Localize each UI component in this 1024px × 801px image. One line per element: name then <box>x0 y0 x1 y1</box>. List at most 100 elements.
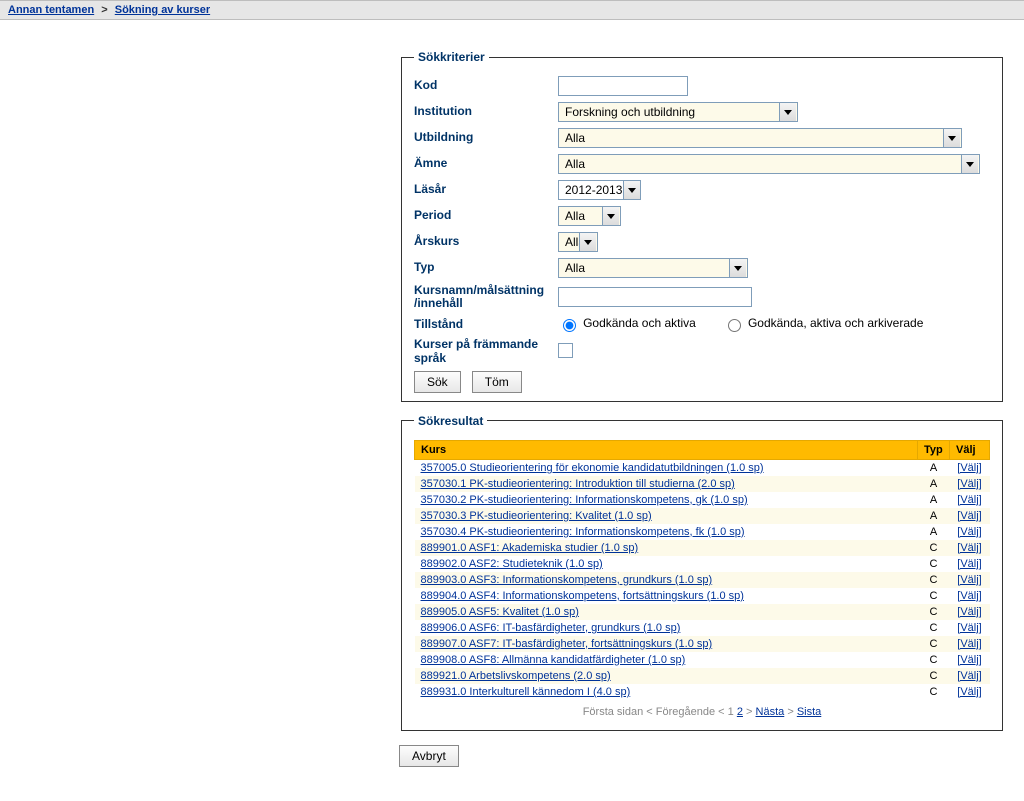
chevron-down-icon <box>729 259 746 277</box>
pager-last[interactable]: Sista <box>797 706 821 718</box>
table-row: 889902.0 ASF2: Studieteknik (1.0 sp) C [Vä… <box>415 556 990 572</box>
select-course-link[interactable]: [Välj] <box>957 542 981 554</box>
tillstand-label: Tillstånd <box>414 318 558 331</box>
course-link[interactable]: 357030.2 PK-studieorientering: Informati… <box>421 494 748 506</box>
institution-select[interactable]: Forskning och utbildning <box>558 102 798 122</box>
select-course-link[interactable]: [Välj] <box>957 558 981 570</box>
select-course-link[interactable]: [Välj] <box>957 526 981 538</box>
utbildning-select[interactable]: Alla <box>558 128 962 148</box>
select-course-link[interactable]: [Välj] <box>957 574 981 586</box>
lasar-label: Läsår <box>414 183 558 196</box>
course-link[interactable]: 889921.0 Arbetslivskompetens (2.0 sp) <box>421 670 611 682</box>
col-valj-header: Välj <box>950 440 990 459</box>
arskurs-select[interactable]: Alla <box>558 232 598 252</box>
course-link[interactable]: 889905.0 ASF5: Kvalitet (1.0 sp) <box>421 606 579 618</box>
table-row: 357030.2 PK-studieorientering: Informati… <box>415 492 990 508</box>
table-row: 889906.0 ASF6: IT-basfärdigheter, grundk… <box>415 620 990 636</box>
chevron-down-icon <box>961 155 978 173</box>
course-type: A <box>918 476 950 492</box>
course-link[interactable]: 889906.0 ASF6: IT-basfärdigheter, grundk… <box>421 622 681 634</box>
course-link[interactable]: 889902.0 ASF2: Studieteknik (1.0 sp) <box>421 558 603 570</box>
table-row: 889908.0 ASF8: Allmänna kandidatfärdighe… <box>415 652 990 668</box>
select-course-link[interactable]: [Välj] <box>957 494 981 506</box>
period-label: Period <box>414 209 558 222</box>
table-row: 889905.0 ASF5: Kvalitet (1.0 sp) C [Välj] <box>415 604 990 620</box>
course-type: A <box>918 492 950 508</box>
frammande-checkbox[interactable] <box>558 343 573 358</box>
tillstand-active-label: Godkända och aktiva <box>583 316 696 330</box>
table-row: 889904.0 ASF4: Informationskompetens, fo… <box>415 588 990 604</box>
pager-page-1: 1 <box>728 706 734 718</box>
pager-prev: Föregående <box>656 706 715 718</box>
institution-label: Institution <box>414 105 558 118</box>
course-type: C <box>918 572 950 588</box>
select-course-link[interactable]: [Välj] <box>957 510 981 522</box>
course-type: C <box>918 556 950 572</box>
select-course-link[interactable]: [Välj] <box>957 590 981 602</box>
course-link[interactable]: 889904.0 ASF4: Informationskompetens, fo… <box>421 590 744 602</box>
breadcrumb: Annan tentamen > Sökning av kurser <box>0 0 1024 20</box>
search-criteria-legend: Sökkriterier <box>414 50 489 64</box>
amne-label: Ämne <box>414 157 558 170</box>
chevron-down-icon <box>943 129 960 147</box>
course-link[interactable]: 357030.1 PK-studieorientering: Introdukt… <box>421 478 735 490</box>
pager-page-2[interactable]: 2 <box>737 706 743 718</box>
breadcrumb-item-1[interactable]: Annan tentamen <box>8 4 94 16</box>
table-row: 889903.0 ASF3: Informationskompetens, gr… <box>415 572 990 588</box>
table-row: 889901.0 ASF1: Akademiska studier (1.0 s… <box>415 540 990 556</box>
table-row: 357030.4 PK-studieorientering: Informati… <box>415 524 990 540</box>
course-link[interactable]: 889908.0 ASF8: Allmänna kandidatfärdighe… <box>421 654 686 666</box>
table-row: 889907.0 ASF7: IT-basfärdigheter, fortsä… <box>415 636 990 652</box>
cancel-button[interactable]: Avbryt <box>399 745 459 767</box>
kod-input[interactable] <box>558 76 688 96</box>
col-kurs-header: Kurs <box>415 440 918 459</box>
course-link[interactable]: 889901.0 ASF1: Akademiska studier (1.0 s… <box>421 542 639 554</box>
typ-select[interactable]: Alla <box>558 258 748 278</box>
search-results-legend: Sökresultat <box>414 414 487 428</box>
search-button[interactable]: Sök <box>414 371 461 393</box>
course-link[interactable]: 889903.0 ASF3: Informationskompetens, gr… <box>421 574 713 586</box>
select-course-link[interactable]: [Välj] <box>957 638 981 650</box>
course-type: C <box>918 540 950 556</box>
table-row: 889921.0 Arbetslivskompetens (2.0 sp)C[V… <box>415 668 990 684</box>
course-link[interactable]: 889907.0 ASF7: IT-basfärdigheter, fortsä… <box>421 638 713 650</box>
table-row: 357030.3 PK-studieorientering: Kvalitet … <box>415 508 990 524</box>
results-table: Kurs Typ Välj 357005.0 Studieorientering… <box>414 440 990 700</box>
clear-button[interactable]: Töm <box>472 371 522 393</box>
course-link[interactable]: 357005.0 Studieorientering för ekonomie … <box>421 462 764 474</box>
select-course-link[interactable]: [Välj] <box>957 654 981 666</box>
course-type: C <box>918 636 950 652</box>
course-type: C <box>918 684 950 700</box>
table-row: 889931.0 Interkulturell kännedom I (4.0 … <box>415 684 990 700</box>
course-link[interactable]: 357030.4 PK-studieorientering: Informati… <box>421 526 745 538</box>
course-link[interactable]: 357030.3 PK-studieorientering: Kvalitet … <box>421 510 652 522</box>
course-type: A <box>918 524 950 540</box>
select-course-link[interactable]: [Välj] <box>957 606 981 618</box>
course-type: A <box>918 459 950 476</box>
tillstand-archived-radio[interactable] <box>728 319 741 332</box>
kursnamn-input[interactable] <box>558 287 752 307</box>
table-row: 357005.0 Studieorientering för ekonomie … <box>415 459 990 476</box>
search-results-box: Sökresultat Kurs Typ Välj 357005.0 Studi… <box>401 414 1003 731</box>
search-criteria-box: Sökkriterier Kod Institution Forskning o… <box>401 50 1003 402</box>
lasar-select[interactable]: 2012-2013 <box>558 180 641 200</box>
breadcrumb-separator: > <box>97 4 111 16</box>
chevron-down-icon <box>602 207 619 225</box>
select-course-link[interactable]: [Välj] <box>957 622 981 634</box>
kod-label: Kod <box>414 79 558 92</box>
frammande-label: Kurser på främmande språk <box>414 338 558 364</box>
period-select[interactable]: Alla <box>558 206 621 226</box>
select-course-link[interactable]: [Välj] <box>957 670 981 682</box>
tillstand-active-radio[interactable] <box>563 319 576 332</box>
select-course-link[interactable]: [Välj] <box>957 462 981 474</box>
table-row: 357030.1 PK-studieorientering: Introdukt… <box>415 476 990 492</box>
breadcrumb-item-2[interactable]: Sökning av kurser <box>115 4 210 16</box>
select-course-link[interactable]: [Välj] <box>957 478 981 490</box>
arskurs-label: Årskurs <box>414 235 558 248</box>
pager-next[interactable]: Nästa <box>756 706 785 718</box>
select-course-link[interactable]: [Välj] <box>957 686 981 698</box>
course-link[interactable]: 889931.0 Interkulturell kännedom I (4.0 … <box>421 686 631 698</box>
amne-select[interactable]: Alla <box>558 154 980 174</box>
course-type: C <box>918 604 950 620</box>
typ-label: Typ <box>414 261 558 274</box>
